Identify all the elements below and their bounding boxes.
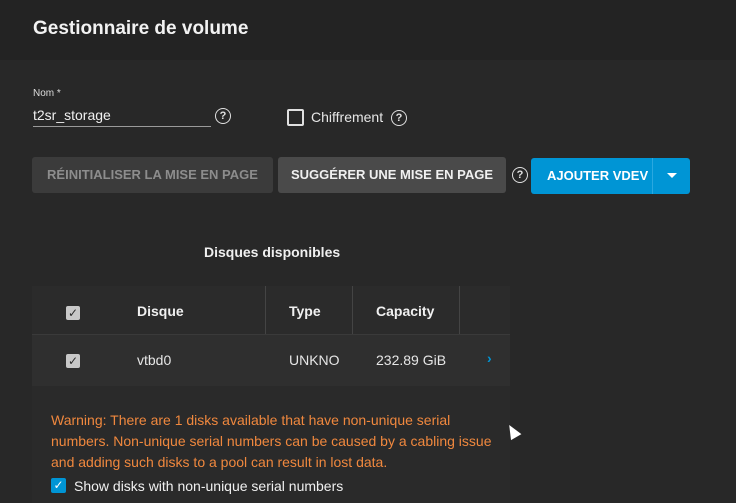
select-all-checkbox[interactable]: ✓ [66, 306, 80, 320]
row-checkbox[interactable]: ✓ [66, 354, 80, 368]
column-separator [352, 286, 353, 334]
column-type[interactable]: Type [289, 286, 321, 334]
available-disks-title: Disques disponibles [204, 244, 341, 260]
cell-capacity: 232.89 GiB [376, 352, 447, 368]
column-disk[interactable]: Disque [137, 286, 184, 334]
encryption-label: Chiffrement [311, 109, 384, 125]
chevron-right-icon[interactable]: › [487, 350, 492, 366]
chevron-down-icon[interactable] [667, 173, 677, 178]
table-header: ✓ Disque Type Capacity [32, 286, 510, 335]
column-capacity[interactable]: Capacity [376, 286, 434, 334]
top-bar: Gestionnaire de volume [0, 0, 736, 60]
name-label: Nom * [33, 88, 61, 99]
suggest-layout-button[interactable]: SUGGÉRER UNE MISE EN PAGE [278, 157, 506, 193]
table-row[interactable]: ✓ vtbd0 UNKNO 232.89 GiB › [32, 335, 510, 385]
cell-type: UNKNO [289, 352, 340, 368]
encryption-help-icon[interactable]: ? [391, 110, 407, 126]
suggest-help-icon[interactable]: ? [512, 167, 528, 183]
name-help-icon[interactable]: ? [215, 108, 231, 124]
warning-text: Warning: There are 1 disks available tha… [51, 412, 492, 470]
add-vdev-label: AJOUTER VDEV [547, 168, 649, 183]
column-separator [459, 286, 460, 334]
page-title: Gestionnaire de volume [33, 18, 249, 39]
add-vdev-divider [652, 158, 653, 194]
warning-panel: Warning: There are 1 disks available tha… [32, 386, 510, 503]
cell-disk: vtbd0 [137, 352, 172, 368]
show-nonunique-label: Show disks with non-unique serial number… [74, 478, 344, 494]
column-separator [265, 286, 266, 334]
add-vdev-button[interactable]: AJOUTER VDEV [531, 158, 690, 194]
name-input[interactable] [33, 104, 211, 127]
reset-layout-button[interactable]: RÉINITIALISER LA MISE EN PAGE [32, 157, 273, 193]
show-nonunique-checkbox[interactable]: ✓ [51, 478, 66, 493]
available-disks-table: ✓ Disque Type Capacity ✓ vtbd0 UNKNO 232… [32, 286, 510, 503]
encryption-checkbox[interactable] [287, 109, 304, 126]
